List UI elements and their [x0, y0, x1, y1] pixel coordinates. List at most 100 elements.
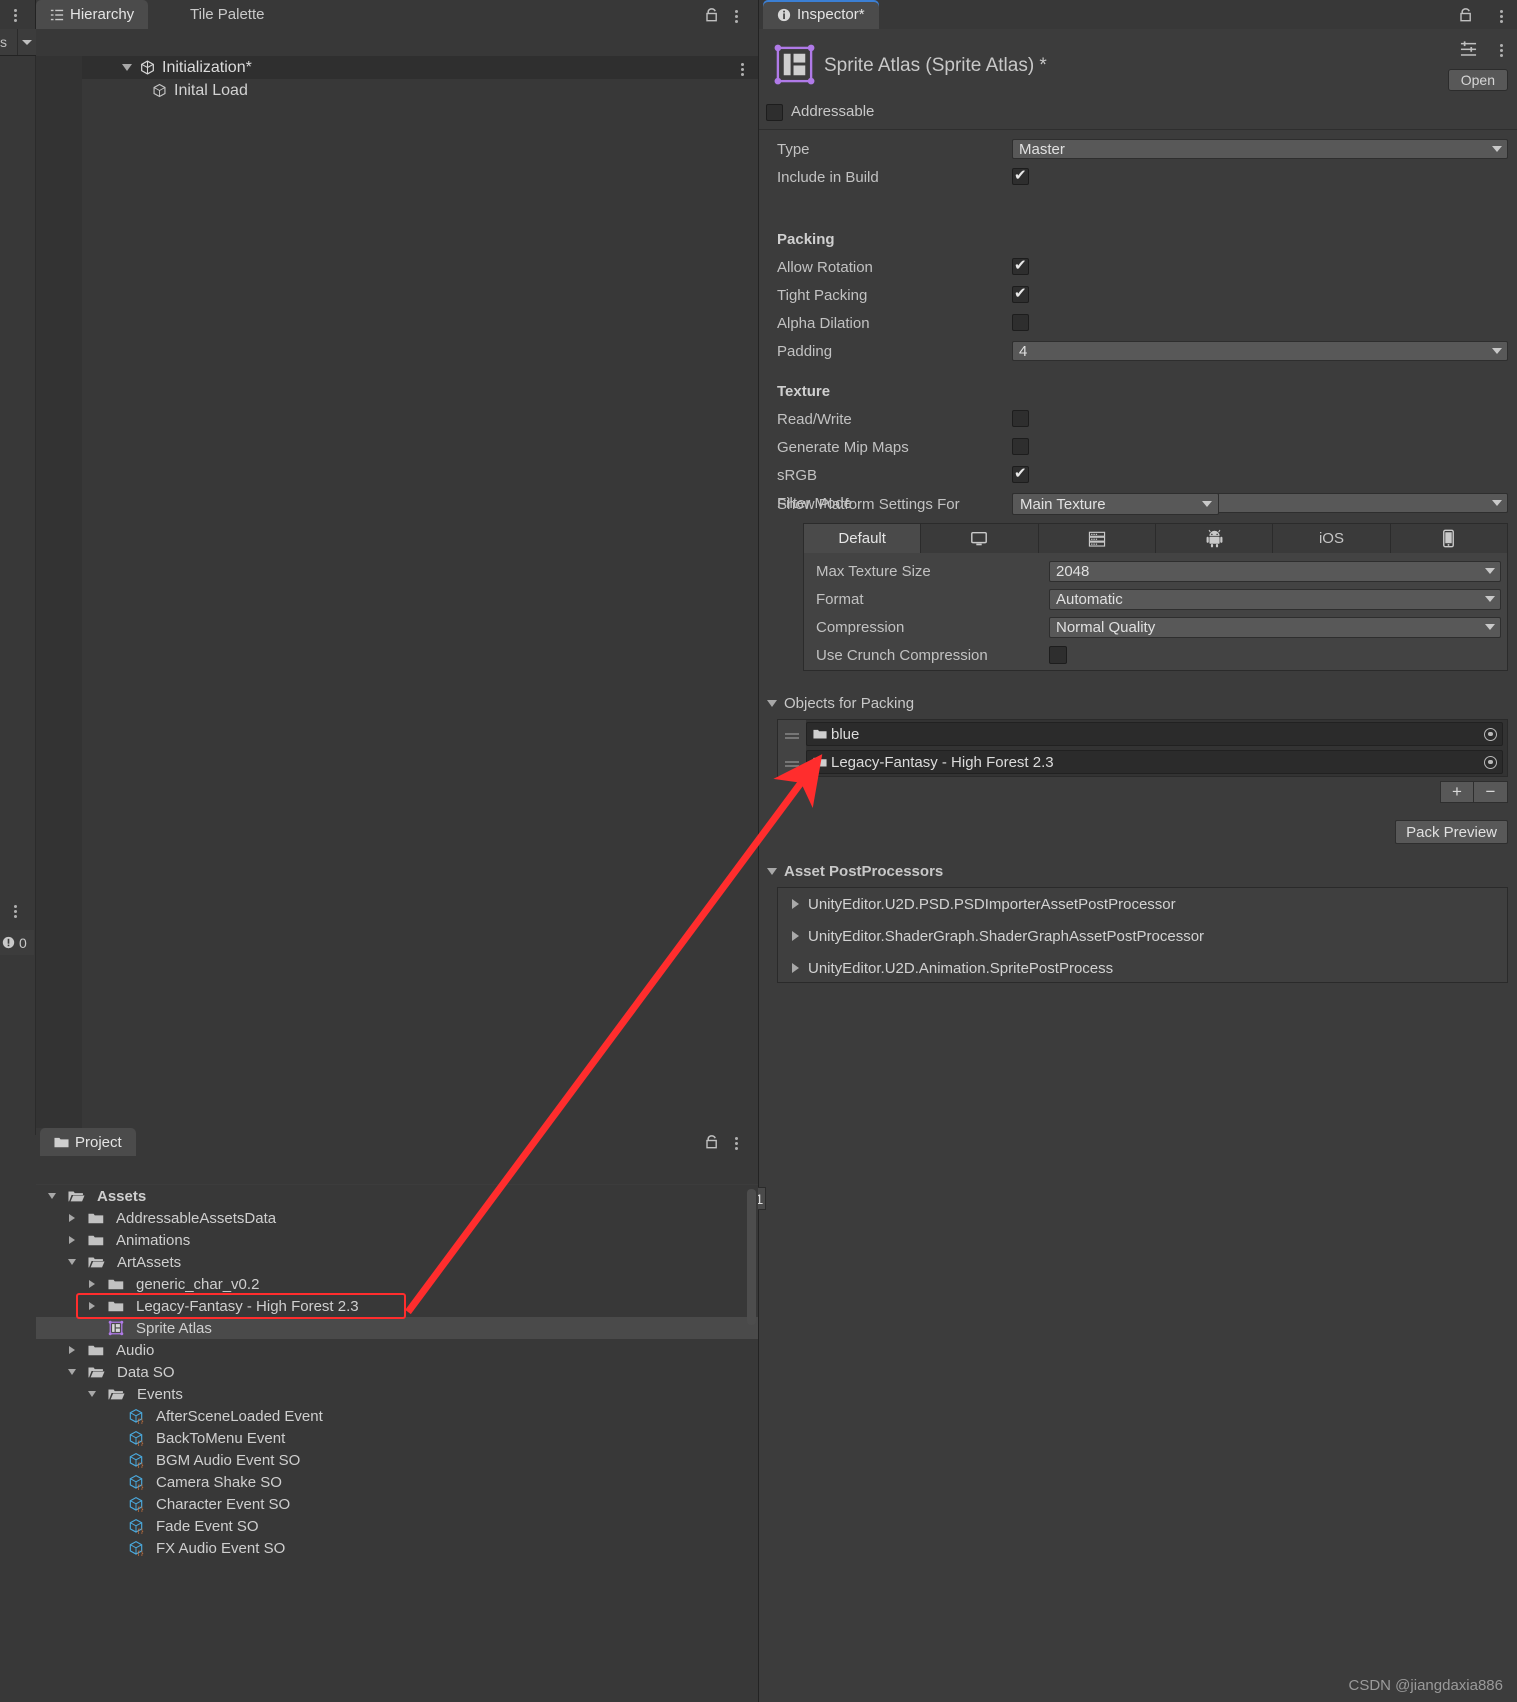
chevron-down-icon[interactable]: [46, 1193, 58, 1199]
object-list-item-legacy-fantasy[interactable]: Legacy-Fantasy - High Forest 2.3: [778, 748, 1507, 776]
project-tree-item[interactable]: {} FX Audio Event SO: [36, 1537, 758, 1559]
chevron-down-icon[interactable]: [66, 1369, 78, 1375]
lock-icon[interactable]: [704, 1133, 720, 1150]
drag-handle[interactable]: [778, 748, 806, 776]
generate-mip-maps-checkbox[interactable]: [1012, 438, 1029, 455]
read-write-checkbox[interactable]: [1012, 410, 1029, 427]
project-tree-item[interactable]: AddressableAssetsData: [36, 1207, 758, 1229]
chevron-right-icon[interactable]: [66, 1236, 78, 1244]
tab-inspector[interactable]: Inspector*: [763, 0, 879, 29]
inspector-header-kebab-icon[interactable]: [1500, 44, 1503, 57]
platform-tab-ios[interactable]: iOS: [1273, 524, 1391, 553]
platform-tab-webgl[interactable]: [1390, 524, 1507, 553]
padding-dropdown[interactable]: 4: [1012, 341, 1508, 361]
project-tree-item[interactable]: Events: [36, 1383, 758, 1405]
object-field-blue[interactable]: blue: [806, 722, 1503, 746]
object-field-legacy-fantasy[interactable]: Legacy-Fantasy - High Forest 2.3: [806, 750, 1503, 774]
object-picker-icon[interactable]: [1484, 755, 1497, 769]
project-tree-item[interactable]: ArtAssets: [36, 1251, 758, 1273]
addressable-row: Addressable: [759, 98, 1517, 128]
object-list-item-blue[interactable]: blue: [778, 720, 1507, 748]
asset-postprocessors-title: Asset PostProcessors: [784, 862, 944, 880]
type-dropdown[interactable]: Master: [1012, 139, 1508, 159]
project-tree-item[interactable]: {} Fade Event SO: [36, 1515, 758, 1537]
addressable-checkbox[interactable]: [766, 104, 783, 121]
hierarchy-row-initialization[interactable]: Initialization*: [82, 56, 758, 79]
project-tree-item[interactable]: generic_char_v0.2: [36, 1273, 758, 1295]
project-tree-item[interactable]: Assets: [36, 1185, 758, 1207]
pack-preview-button[interactable]: Pack Preview: [1395, 820, 1508, 844]
hierarchy-row-kebab-icon[interactable]: [741, 63, 744, 76]
chevron-right-icon[interactable]: [66, 1214, 78, 1222]
objects-for-packing-header[interactable]: Objects for Packing: [759, 689, 1517, 717]
project-tree-item[interactable]: {} BGM Audio Event SO: [36, 1449, 758, 1471]
left-strip-kebab-icon-2[interactable]: [14, 905, 17, 918]
compression-dropdown[interactable]: Normal Quality: [1049, 616, 1501, 638]
console-error-badge[interactable]: 0: [0, 930, 34, 955]
remove-object-button[interactable]: −: [1474, 781, 1508, 803]
kebab-icon[interactable]: [14, 9, 17, 22]
tab-project[interactable]: Project: [40, 1128, 136, 1156]
chevron-right-icon[interactable]: [792, 963, 799, 973]
alpha-dilation-checkbox[interactable]: [1012, 314, 1029, 331]
chevron-down-icon[interactable]: [122, 64, 132, 71]
chevron-down-icon[interactable]: [767, 867, 777, 875]
chevron-down-icon[interactable]: [66, 1259, 78, 1265]
project-tree-item[interactable]: {} Camera Shake SO: [36, 1471, 758, 1493]
project-tree-item[interactable]: Animations: [36, 1229, 758, 1251]
chevron-right-icon[interactable]: [66, 1346, 78, 1354]
project-scrollbar[interactable]: [747, 1189, 756, 1325]
left-strip-dropdown[interactable]: [17, 29, 36, 55]
project-tab-row: Project: [36, 1128, 758, 1156]
chevron-down-icon[interactable]: [767, 699, 777, 707]
add-object-button[interactable]: +: [1440, 781, 1474, 803]
postprocessor-row-shadergraph[interactable]: UnityEditor.ShaderGraph.ShaderGraphAsset…: [778, 920, 1507, 952]
platform-tab-standalone[interactable]: [921, 524, 1039, 553]
caret-down-icon: [22, 39, 32, 45]
format-dropdown[interactable]: Automatic: [1049, 588, 1501, 610]
preset-icon[interactable]: [1460, 41, 1477, 58]
platform-tab-default[interactable]: Default: [804, 524, 922, 553]
platform-tab-server[interactable]: [1038, 524, 1156, 553]
project-tree-item[interactable]: Audio: [36, 1339, 758, 1361]
platform-tab-android[interactable]: [1155, 524, 1274, 553]
max-texture-size-dropdown[interactable]: 2048: [1049, 560, 1501, 582]
chevron-right-icon[interactable]: [86, 1280, 98, 1288]
lock-icon[interactable]: [1458, 6, 1474, 23]
property-label: Max Texture Size: [816, 562, 931, 580]
hierarchy-row-inital-load[interactable]: Inital Load: [82, 79, 758, 102]
project-tree-item[interactable]: Legacy-Fantasy - High Forest 2.3: [36, 1295, 758, 1317]
postprocessor-row-psd[interactable]: UnityEditor.U2D.PSD.PSDImporterAssetPost…: [778, 888, 1507, 920]
inspector-menu-kebab-icon[interactable]: [1500, 10, 1503, 23]
tab-tile-palette[interactable]: Tile Palette: [176, 0, 278, 29]
property-label: Include in Build: [777, 168, 879, 186]
platform-selector-dropdown[interactable]: Main Texture: [1012, 493, 1219, 515]
chevron-down-icon[interactable]: [86, 1391, 98, 1397]
project-tree-item[interactable]: {} BackToMenu Event: [36, 1427, 758, 1449]
allow-rotation-checkbox[interactable]: [1012, 256, 1029, 275]
hierarchy-menu-kebab-icon[interactable]: [735, 10, 738, 23]
project-tree-item[interactable]: Data SO: [36, 1361, 758, 1383]
lock-icon[interactable]: [704, 6, 720, 23]
asset-postprocessors-header[interactable]: Asset PostProcessors: [759, 857, 1517, 885]
postprocessor-row-animation[interactable]: UnityEditor.U2D.Animation.SpritePostProc…: [778, 952, 1507, 984]
srgb-checkbox[interactable]: [1012, 464, 1029, 483]
object-picker-icon[interactable]: [1484, 727, 1497, 741]
tab-project-label: Project: [75, 1133, 122, 1151]
chevron-right-icon[interactable]: [792, 931, 799, 941]
open-button[interactable]: Open: [1447, 69, 1508, 91]
tight-packing-checkbox[interactable]: [1012, 284, 1029, 303]
chevron-right-icon[interactable]: [86, 1302, 98, 1310]
include-in-build-checkbox[interactable]: [1012, 166, 1029, 185]
sprite-atlas-icon: [774, 44, 815, 85]
project-tree-item[interactable]: {} Character Event SO: [36, 1493, 758, 1515]
tab-hierarchy[interactable]: Hierarchy: [36, 0, 149, 29]
project-tree-item[interactable]: {} AfterSceneLoaded Event: [36, 1405, 758, 1427]
asset-postprocessors-section: Asset PostProcessors UnityEditor.U2D.PSD…: [759, 857, 1517, 983]
project-tree-item[interactable]: Sprite Atlas: [36, 1317, 758, 1339]
property-row-max-texture-size: Max Texture Size 2048: [804, 557, 1507, 585]
drag-handle[interactable]: [778, 720, 806, 748]
use-crunch-compression-checkbox[interactable]: [1049, 646, 1067, 664]
chevron-right-icon[interactable]: [792, 899, 799, 909]
project-menu-kebab-icon[interactable]: [735, 1137, 738, 1150]
